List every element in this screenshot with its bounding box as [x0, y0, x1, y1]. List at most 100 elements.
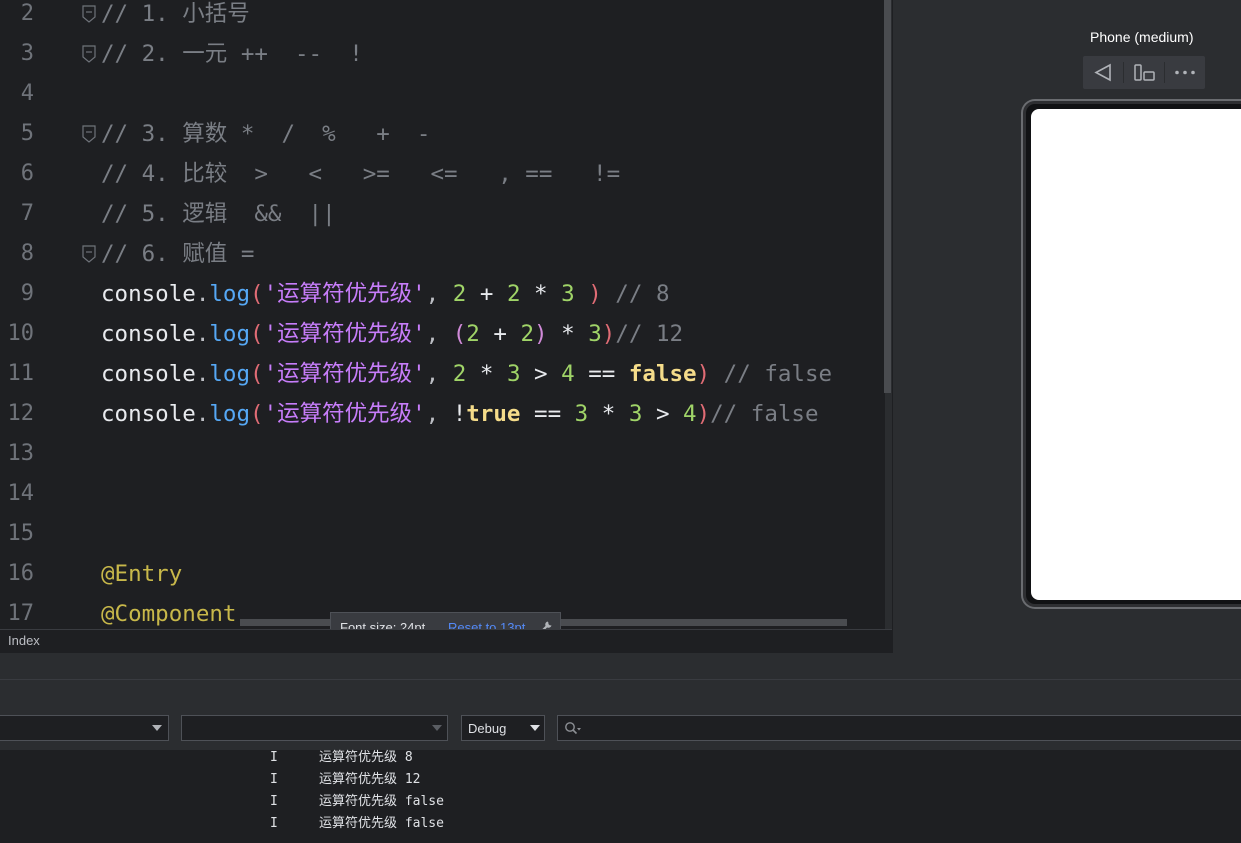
more-button[interactable]: [1165, 56, 1205, 89]
line-number: 17: [7, 601, 35, 626]
log-row[interactable]: I 运算符优先级 12: [0, 769, 1241, 791]
code-line[interactable]: 11 console.log('运算符优先级', 2 * 3 > 4 == fal…: [0, 354, 885, 394]
code-text[interactable]: @Entry: [101, 554, 182, 594]
code-token: ): [534, 321, 548, 347]
code-line[interactable]: 8 // 6. 赋值 =: [0, 234, 885, 274]
code-line[interactable]: 7 // 5. 逻辑 && ||: [0, 194, 885, 234]
code-token: // 2. 一元 ++ -- !: [101, 41, 363, 67]
code-line[interactable]: 10 console.log('运算符优先级', (2 + 2) * 3)// 1…: [0, 314, 885, 354]
log-message: 运算符优先级 false: [319, 816, 444, 831]
code-line[interactable]: 16 @Entry: [0, 554, 885, 594]
line-number: 6: [20, 161, 34, 186]
code-token: 4: [683, 401, 697, 427]
breadcrumb[interactable]: Index: [8, 633, 40, 648]
chevron-down-icon: [432, 725, 442, 731]
chevron-down-icon: [152, 725, 162, 731]
code-token: .: [195, 401, 210, 427]
code-text[interactable]: // 6. 赋值 =: [101, 234, 254, 274]
code-token: 2: [466, 321, 480, 347]
code-text[interactable]: // 1. 小括号: [101, 0, 250, 34]
code-token: console: [101, 321, 196, 347]
line-number: 7: [20, 201, 34, 226]
log-row[interactable]: I 运算符优先级 8: [0, 747, 1241, 769]
code-text[interactable]: // 2. 一元 ++ -- !: [101, 34, 363, 74]
chevron-down-icon: [530, 725, 540, 731]
fold-marker-icon[interactable]: [82, 245, 96, 263]
line-number: 11: [7, 361, 35, 386]
code-line[interactable]: 13: [0, 434, 885, 474]
device-title: Phone (medium): [1090, 29, 1194, 45]
code-line[interactable]: 15: [0, 514, 885, 554]
code-token: *: [466, 361, 507, 387]
log-row[interactable]: I 运算符优先级 false: [0, 813, 1241, 835]
line-number: 10: [7, 321, 35, 346]
code-token: // 6. 赋值 =: [101, 241, 255, 267]
code-text[interactable]: console.log('运算符优先级', !true == 3 * 3 > 4…: [101, 394, 819, 434]
fold-marker-icon[interactable]: [82, 5, 96, 23]
code-token: .: [195, 281, 210, 307]
code-text[interactable]: // 3. 算数 * / % + -: [101, 114, 430, 154]
code-token: 3: [561, 281, 575, 307]
back-button[interactable]: [1083, 56, 1123, 89]
line-number: 9: [20, 281, 34, 306]
code-token: 2: [452, 281, 467, 307]
fold-marker-icon[interactable]: [82, 45, 96, 63]
log-level: I: [270, 816, 278, 831]
code-token: ,: [425, 281, 453, 307]
code-token: // 12: [615, 321, 684, 347]
log-level-select[interactable]: Debug: [461, 715, 545, 741]
code-token: @Entry: [101, 561, 183, 587]
code-line[interactable]: 4: [0, 74, 885, 114]
breadcrumb-bar: Index: [0, 629, 892, 653]
back-triangle-icon: [1094, 63, 1111, 82]
line-number: 15: [7, 521, 35, 546]
code-token: (: [452, 321, 467, 347]
code-text[interactable]: console.log('运算符优先级', (2 + 2) * 3)// 12: [101, 314, 683, 354]
log-row[interactable]: I 运算符优先级 false: [0, 791, 1241, 813]
code-token: (: [250, 401, 264, 427]
code-editor[interactable]: 2 // 1. 小括号 3 // 2. 一元 ++ -- ! 4 5 // 3. 算数 * …: [0, 0, 885, 630]
device-select[interactable]: [0, 715, 169, 741]
code-token: 2: [520, 321, 535, 347]
code-line[interactable]: 3 // 2. 一元 ++ -- !: [0, 34, 885, 74]
code-text[interactable]: console.log('运算符优先级', 2 + 2 * 3 ) // 8: [101, 274, 670, 314]
code-line[interactable]: 5 // 3. 算数 * / % + -: [0, 114, 885, 154]
code-line[interactable]: 12 console.log('运算符优先级', !true == 3 * 3 >…: [0, 394, 885, 434]
line-number: 16: [7, 561, 35, 586]
log-level: I: [270, 772, 278, 787]
search-icon: [565, 722, 581, 735]
code-token: console: [101, 401, 196, 427]
code-text[interactable]: // 4. 比较 > < >= <= , == !=: [101, 154, 620, 194]
code-line[interactable]: 14: [0, 474, 885, 514]
code-line[interactable]: 6 // 4. 比较 > < >= <= , == !=: [0, 154, 885, 194]
process-select[interactable]: [181, 715, 448, 741]
code-line[interactable]: 9 console.log('运算符优先级', 2 + 2 * 3 ) // 8: [0, 274, 885, 314]
code-token: ): [696, 401, 711, 427]
code-token: .: [195, 361, 210, 387]
code-text[interactable]: console.log('运算符优先级', 2 * 3 > 4 == false…: [101, 354, 832, 394]
code-token: // false: [710, 401, 819, 427]
rotate-device-button[interactable]: [1124, 56, 1164, 89]
fold-marker-icon[interactable]: [82, 125, 96, 143]
code-token: ): [601, 321, 616, 347]
code-token: @Component: [101, 601, 237, 627]
log-search-input[interactable]: [557, 715, 1241, 741]
code-token: 2: [506, 281, 521, 307]
line-number: 3: [20, 41, 34, 66]
log-output[interactable]: I 运算符优先级 8 I 运算符优先级 12 I 运算符优先级 false I 运算符优先级 …: [0, 750, 1241, 843]
code-token: false: [628, 361, 697, 387]
code-token: // 3. 算数 * / % + -: [101, 121, 431, 147]
code-line[interactable]: 2 // 1. 小括号: [0, 0, 885, 34]
log-message: 运算符优先级 false: [319, 794, 444, 809]
editor-vertical-scrollbar[interactable]: [884, 0, 891, 393]
phone-screen[interactable]: [1031, 109, 1241, 600]
code-token: *: [520, 281, 562, 307]
previewer-toolbar: [1083, 56, 1205, 89]
code-token: log: [209, 401, 251, 427]
code-token: '运算符优先级': [263, 281, 426, 307]
code-token: +: [479, 321, 521, 347]
code-text[interactable]: // 5. 逻辑 && ||: [101, 194, 336, 234]
code-token: 3: [506, 361, 521, 387]
code-token: // 4. 比较 > < >= <= , == !=: [101, 161, 621, 187]
code-text[interactable]: @Component: [101, 594, 236, 630]
